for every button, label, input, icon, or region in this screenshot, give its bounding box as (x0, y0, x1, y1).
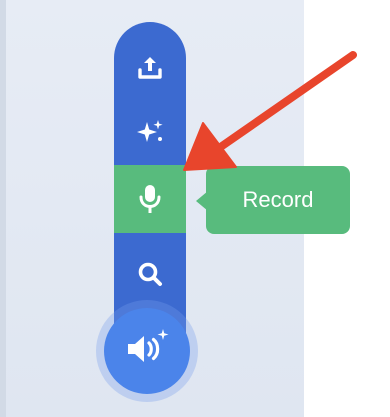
speaker-sparkle-icon (123, 325, 171, 378)
surprise-sound-button[interactable] (114, 98, 186, 166)
tooltip-label: Record (242, 187, 314, 212)
search-icon (135, 259, 165, 289)
sparkles-icon (134, 116, 166, 148)
record-sound-button[interactable] (114, 165, 186, 233)
sound-menu (114, 22, 186, 342)
microphone-icon (135, 182, 165, 216)
record-tooltip: Record (206, 166, 350, 234)
add-sound-button[interactable] (104, 308, 190, 394)
upload-icon (135, 53, 165, 83)
choose-sound-button[interactable] (114, 240, 186, 308)
panel-edge (0, 0, 6, 417)
upload-sound-button[interactable] (114, 34, 186, 102)
